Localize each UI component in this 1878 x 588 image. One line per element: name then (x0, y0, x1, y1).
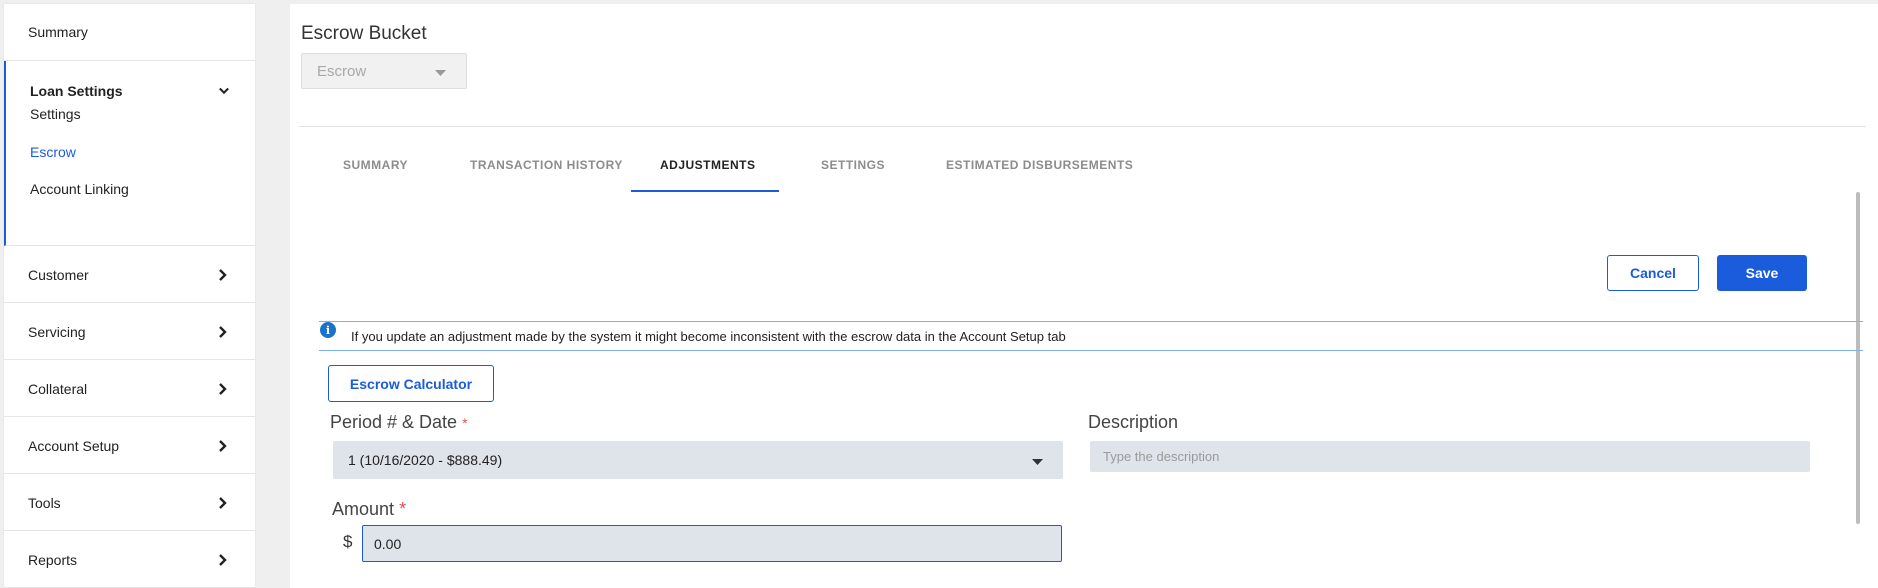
sidebar-item-label: Customer (28, 266, 89, 283)
sidebar: Summary Loan Settings Settings Escrow Ac… (4, 4, 255, 588)
save-button[interactable]: Save (1717, 255, 1807, 291)
tab-bar: SUMMARY TRANSACTION HISTORY ADJUSTMENTS … (290, 144, 1490, 192)
description-label: Description (1088, 412, 1179, 432)
sidebar-item-tools[interactable]: Tools (4, 475, 255, 531)
chevron-right-icon (219, 382, 229, 396)
required-marker: * (462, 415, 468, 431)
escrow-bucket-value: Escrow (317, 62, 367, 80)
sidebar-item-label: Servicing (28, 323, 86, 340)
chevron-right-icon (219, 439, 229, 453)
sidebar-item-collateral[interactable]: Collateral (4, 361, 255, 417)
sidebar-section-loan-settings: Loan Settings Settings Escrow Account Li… (4, 61, 255, 246)
cancel-button[interactable]: Cancel (1607, 255, 1699, 291)
tab-transaction-history[interactable]: TRANSACTION HISTORY (470, 158, 623, 172)
amount-label: Amount * (332, 499, 406, 520)
period-select[interactable]: 1 (10/16/2020 - $888.49) (333, 441, 1063, 479)
period-value: 1 (10/16/2020 - $888.49) (348, 452, 503, 468)
sidebar-item-label: Account Setup (28, 437, 120, 454)
sidebar-item-account-setup[interactable]: Account Setup (4, 418, 255, 474)
escrow-bucket-label: Escrow Bucket (301, 23, 427, 44)
sidebar-item-label: Summary (28, 24, 88, 40)
chevron-right-icon (219, 325, 229, 339)
sidebar-item-label: Reports (28, 551, 78, 568)
escrow-bucket-select[interactable]: Escrow (301, 53, 467, 89)
sidebar-subitem-escrow[interactable]: Escrow (30, 144, 76, 160)
sidebar-item-servicing[interactable]: Servicing (4, 304, 255, 360)
chevron-right-icon (219, 553, 229, 567)
info-message: If you update an adjustment made by the … (351, 329, 1066, 344)
chevron-right-icon (219, 268, 229, 282)
sidebar-subitem-account-linking[interactable]: Account Linking (30, 181, 129, 197)
tab-estimated-disbursements[interactable]: ESTIMATED DISBURSEMENTS (946, 158, 1133, 172)
sidebar-item-label: Loan Settings (30, 83, 123, 99)
sidebar-item-customer[interactable]: Customer (4, 247, 255, 303)
sidebar-subitem-settings[interactable]: Settings (30, 106, 81, 122)
chevron-right-icon (219, 496, 229, 510)
divider (299, 126, 1866, 127)
period-label: Period # & Date * (330, 412, 468, 433)
required-marker: * (399, 499, 407, 519)
amount-label-text: Amount (332, 499, 395, 519)
tab-summary[interactable]: SUMMARY (343, 158, 408, 172)
chevron-down-icon (219, 84, 229, 98)
amount-input[interactable] (362, 525, 1062, 562)
period-label-text: Period # & Date (330, 412, 458, 432)
escrow-calculator-button[interactable]: Escrow Calculator (328, 365, 494, 402)
caret-down-icon (1032, 452, 1043, 468)
sidebar-item-reports[interactable]: Reports (4, 532, 255, 588)
caret-down-icon (435, 63, 446, 80)
sidebar-item-label: Collateral (28, 380, 88, 397)
tab-settings[interactable]: SETTINGS (821, 158, 885, 172)
description-input[interactable] (1090, 441, 1810, 472)
sidebar-item-summary[interactable]: Summary (4, 4, 255, 61)
currency-symbol: $ (343, 532, 353, 551)
active-tab-indicator (631, 190, 779, 192)
scrollbar[interactable] (1856, 192, 1860, 524)
tab-adjustments[interactable]: ADJUSTMENTS (660, 158, 756, 172)
main-panel: Escrow Bucket Escrow SUMMARY TRANSACTION… (290, 4, 1878, 588)
sidebar-item-label: Tools (28, 494, 61, 511)
info-icon: i (320, 322, 336, 338)
